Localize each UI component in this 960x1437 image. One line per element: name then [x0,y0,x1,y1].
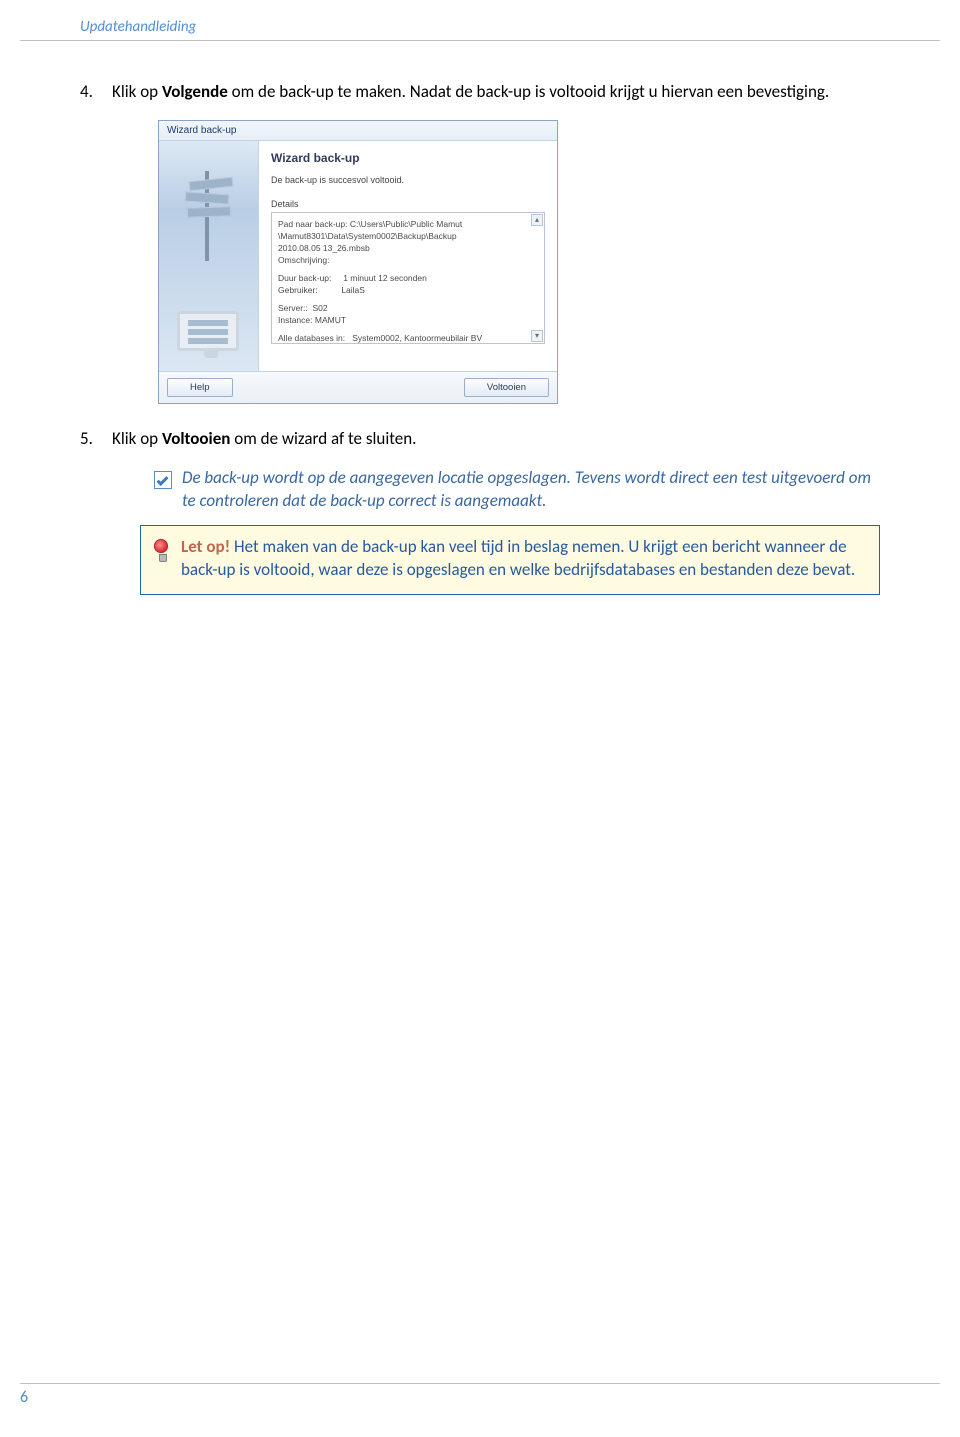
detail-value: 1 minuut 12 seconden [343,273,427,283]
detail-user: Gebruiker: LailaS [278,285,538,296]
step-text-pre: Klik op [112,428,162,449]
detail-label: Alle databases in: [278,333,345,343]
step-body: Klik op Voltooien om de wizard af te slu… [112,428,880,449]
step-number: 4. [80,81,112,102]
detail-value: LailaS [341,285,365,295]
tip-note: De back-up wordt op de aangegeven locati… [154,467,880,513]
scroll-down-icon[interactable]: ▾ [531,330,543,342]
detail-line: Omschrijving: [278,255,538,266]
step-text-post: om de wizard af te sluiten. [230,428,416,449]
details-box: ▴ Pad naar back-up: C:\Users\Public\Publ… [271,212,545,344]
warning-body: Het maken van de back-up kan veel tijd i… [181,536,855,580]
detail-label: Server:: [278,303,308,313]
detail-label: Gebruiker: [278,285,318,295]
help-button[interactable]: Help [167,378,233,397]
detail-value: S02 [313,303,328,313]
wizard-titlebar: Wizard back-up [159,121,557,141]
step-text-bold: Voltooien [162,428,230,449]
tip-text: De back-up wordt op de aangegeven locati… [182,467,880,513]
warning-bulb-icon [153,539,171,563]
detail-line: Pad naar back-up: C:\Users\Public\Public… [278,219,538,230]
warning-text: Let op! Het maken van de back-up kan vee… [181,536,865,582]
page-header: Updatehandleiding [20,0,940,41]
check-icon [154,471,172,489]
warning-box: Let op! Het maken van de back-up kan vee… [140,525,880,595]
detail-value: MAMUT [315,315,346,325]
wizard-window: Wizard back-up Wizard back-up De back-up… [158,120,558,404]
detail-line: \Mamut8301\Data\System0002\Backup\Backup [278,231,538,242]
step-4: 4. Klik op Volgende om de back-up te mak… [80,81,880,102]
step-text-post: om de back-up te maken. Nadat de back-up… [228,81,829,102]
step-text-bold: Volgende [162,81,228,102]
finish-button[interactable]: Voltooien [464,378,549,397]
page-number: 6 [20,1383,940,1407]
monitor-icon [177,311,239,351]
detail-line: 2010.08.05 13_26.mbsb [278,243,538,254]
step-number: 5. [80,428,112,449]
detail-server: Server:: S02 [278,303,538,314]
detail-duration: Duur back-up: 1 minuut 12 seconden [278,273,538,284]
step-text-pre: Klik op [112,81,162,102]
detail-instance: Instance: MAMUT [278,315,538,326]
signpost-icon [179,171,235,261]
step-5: 5. Klik op Voltooien om de wizard af te … [80,428,880,449]
scroll-up-icon[interactable]: ▴ [531,214,543,226]
step-body: Klik op Volgende om de back-up te maken.… [112,81,880,102]
warning-lead: Let op! [181,536,230,557]
wizard-sidebar-image [159,141,259,371]
details-label: Details [271,199,545,209]
wizard-heading: Wizard back-up [271,151,545,165]
detail-value: System0002, Kantoormeubilair BV [352,333,482,343]
detail-databases: Alle databases in: System0002, Kantoorme… [278,333,538,344]
detail-label: Instance: [278,315,313,325]
detail-label: Duur back-up: [278,273,331,283]
wizard-status: De back-up is succesvol voltooid. [271,175,545,185]
